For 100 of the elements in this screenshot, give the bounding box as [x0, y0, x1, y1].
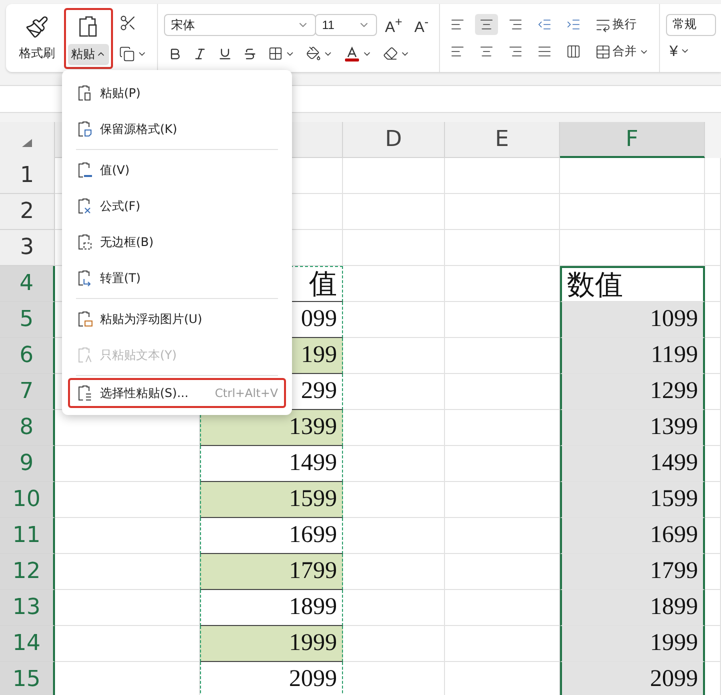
table-cell: 1199 [560, 338, 705, 374]
table-cell [705, 446, 721, 482]
scissors-icon [119, 14, 137, 32]
menu-item-label: 选择性粘贴(S)... [100, 384, 188, 402]
table-cell [705, 230, 721, 266]
table-cell [705, 266, 721, 302]
shortcut-label: Ctrl+Alt+V [214, 386, 278, 400]
table-cell: 1999 [200, 626, 343, 662]
menu-item[interactable]: 值(V) [62, 152, 292, 188]
strikethrough-icon [243, 46, 257, 60]
align-icon [478, 17, 494, 32]
table-cell: 数值 [560, 266, 705, 302]
align-left-icon [450, 44, 465, 59]
bold-icon [168, 46, 182, 60]
table-cell [705, 410, 721, 446]
columns-icon [566, 44, 581, 59]
table-cell [705, 662, 721, 695]
menu-item-label: 粘贴(P) [100, 84, 141, 102]
row-header[interactable]: 12 [0, 554, 55, 590]
column-header[interactable]: F [560, 122, 705, 158]
clipboard-icon [76, 310, 94, 328]
row-header[interactable]: 7 [0, 374, 55, 410]
table-cell [705, 374, 721, 410]
eraser-icon [383, 46, 398, 61]
wrap-text-button[interactable]: 换行 [590, 13, 641, 36]
clipboard-icon [76, 346, 94, 364]
table-cell: 1699 [560, 518, 705, 554]
align-center-icon [478, 44, 494, 59]
row-header[interactable]: 8 [0, 410, 55, 446]
underline-icon [218, 46, 232, 60]
align-button[interactable] [474, 14, 498, 35]
menu-item-label: 粘贴为浮动图片(U) [100, 310, 202, 328]
paint-bucket-icon [306, 46, 321, 61]
menu-item[interactable]: 选择性粘贴(S)... Ctrl+Alt+V [68, 378, 286, 408]
font-size-select[interactable]: 11 [315, 14, 377, 36]
row-header[interactable]: 3 [0, 230, 55, 266]
clipboard-icon [76, 384, 94, 402]
row-header[interactable]: 9 [0, 446, 55, 482]
triangle-icon [21, 138, 33, 148]
row-header[interactable]: 1 [0, 158, 55, 194]
row-header[interactable]: 15 [0, 662, 55, 695]
table-cell [705, 626, 721, 662]
menu-item[interactable]: 无边框(B) [62, 224, 292, 260]
column-header[interactable]: D [343, 122, 445, 158]
table-cell [705, 554, 721, 590]
table-cell: 1799 [560, 554, 705, 590]
column-header[interactable]: E [445, 122, 560, 158]
row-header[interactable]: 6 [0, 338, 55, 374]
menu-item-label: 无边框(B) [100, 234, 154, 250]
menu-item-label: 公式(F) [100, 198, 140, 214]
table-cell: 1299 [560, 374, 705, 410]
menu-item-label: 值(V) [100, 162, 130, 178]
font-color-icon [344, 46, 360, 62]
table-cell: 1899 [200, 590, 343, 626]
row-header[interactable]: 2 [0, 194, 55, 230]
table-cell [705, 518, 721, 554]
grow-font-button[interactable]: A$^{+}$ [381, 12, 406, 38]
currency-button[interactable]: ¥ [666, 40, 716, 62]
shrink-font-button[interactable]: A$^{-}$ [410, 12, 433, 38]
font-select[interactable]: 宋体 [164, 14, 316, 36]
number-format-select[interactable]: 常规 [666, 14, 716, 36]
italic-icon [193, 46, 207, 60]
row-header[interactable]: 5 [0, 302, 55, 338]
row-header[interactable]: 4 [0, 266, 55, 302]
align-icon [450, 17, 465, 32]
table-cell: 1099 [560, 302, 705, 338]
justify-icon [536, 44, 552, 59]
align-right-icon [508, 44, 523, 59]
menu-item[interactable]: 保留源格式(K) [62, 111, 292, 147]
row-header[interactable]: 13 [0, 590, 55, 626]
table-cell: 1799 [200, 554, 343, 590]
menu-item[interactable]: 公式(F) [62, 188, 292, 224]
copy-icon [119, 46, 135, 62]
row-header[interactable]: 11 [0, 518, 55, 554]
clipboard-icon [76, 233, 94, 251]
menu-item-label: 只粘贴文本(Y) [100, 346, 177, 364]
table-cell: 1599 [560, 482, 705, 518]
table-cell: 1999 [560, 626, 705, 662]
format-painter-button[interactable]: 格式刷 [12, 8, 62, 68]
paste-button[interactable]: 粘贴 [64, 8, 113, 68]
table-cell [705, 194, 721, 230]
clipboard-icon [76, 161, 94, 179]
menu-item[interactable]: 粘贴(P) [62, 75, 292, 111]
align-icon [508, 17, 523, 32]
table-cell: 1399 [200, 410, 343, 446]
table-cell: 2099 [200, 662, 343, 695]
borders-icon [268, 46, 283, 61]
paintbrush-icon [25, 14, 49, 38]
table-cell [705, 338, 721, 374]
row-header[interactable]: 14 [0, 626, 55, 662]
merge-button[interactable]: 合并 [590, 40, 653, 63]
table-cell: 1499 [560, 446, 705, 482]
table-cell: 2099 [560, 662, 705, 695]
table-cell [705, 590, 721, 626]
table-cell: 1399 [560, 410, 705, 446]
decrease-indent-icon [536, 17, 552, 32]
menu-item-label: 保留源格式(K) [100, 120, 178, 138]
table-cell: 1499 [200, 446, 343, 482]
menu-item-label: 转置(T) [100, 270, 141, 286]
row-header[interactable]: 10 [0, 482, 55, 518]
